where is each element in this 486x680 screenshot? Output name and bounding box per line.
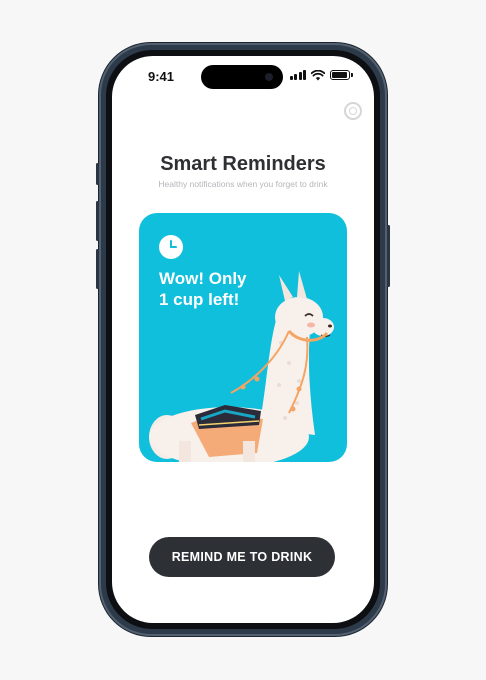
dynamic-island — [201, 65, 283, 89]
mute-switch — [96, 163, 99, 185]
volume-down-button — [96, 249, 99, 289]
app-screen: 9:41 Smart Reminders Healthy notificatio… — [112, 56, 374, 623]
reminder-message: Wow! Only 1 cup left! — [159, 269, 247, 309]
wifi-icon — [311, 69, 325, 80]
power-button — [387, 225, 390, 287]
page-subtitle: Healthy notifications when you forget to… — [158, 179, 328, 189]
battery-icon — [330, 70, 353, 80]
volume-up-button — [96, 201, 99, 241]
phone-frame: 9:41 Smart Reminders Healthy notificatio… — [96, 43, 390, 636]
camera-icon — [265, 73, 273, 81]
status-icons — [289, 69, 353, 81]
status-bar: 9:41 — [112, 56, 374, 96]
page-title: Smart Reminders — [160, 153, 326, 175]
settings-icon[interactable] — [344, 102, 362, 120]
remind-me-button[interactable]: REMIND ME TO DRINK — [149, 537, 335, 577]
reminder-card: Wow! Only 1 cup left! — [139, 213, 347, 462]
signal-icon — [289, 70, 306, 80]
status-time: 9:41 — [148, 69, 175, 84]
clock-icon — [159, 235, 183, 259]
